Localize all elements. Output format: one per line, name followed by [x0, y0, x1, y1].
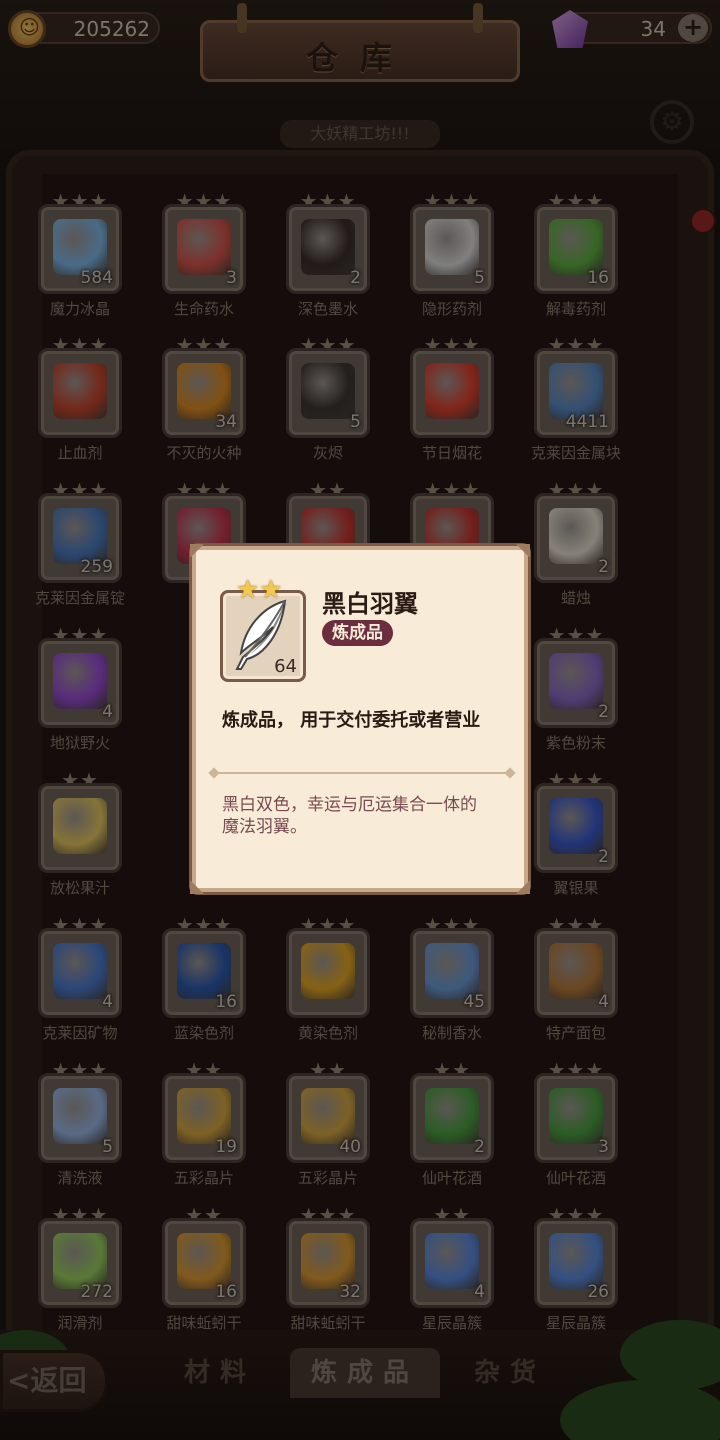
item-description: 黑白双色，幸运与厄运集合一体的魔法羽翼。 [222, 795, 477, 837]
item-title: 黑白羽翼 [322, 590, 418, 618]
item-count: 64 [274, 656, 297, 677]
divider [212, 772, 512, 774]
item-usage: 炼成品， 用于交付委托或者营业 [222, 710, 481, 731]
category-badge: 炼成品 [322, 620, 393, 646]
item-detail-popup: 64 ★★ 黑白羽翼 炼成品 炼成品， 用于交付委托或者营业 黑白双色，幸运与厄… [190, 544, 530, 894]
rarity-stars: ★★ [236, 575, 283, 605]
